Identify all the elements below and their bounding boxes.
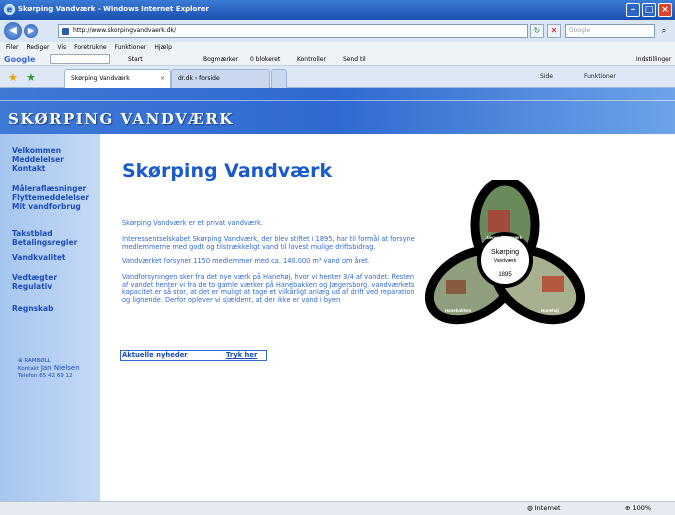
- site-brand: SKØRPING VANDVÆRK: [8, 110, 234, 128]
- tab-bar: ★ ★ Skørping Vandværk × dr.dk › forside …: [0, 66, 675, 88]
- back-button[interactable]: ◀: [4, 22, 22, 40]
- popup-blocked-button[interactable]: 0 blokeret: [250, 55, 280, 64]
- status-zone: ◍ Internet: [527, 502, 561, 515]
- menu-help[interactable]: Hjælp: [154, 44, 172, 51]
- spellcheck-button[interactable]: Kontroller: [297, 55, 326, 64]
- ie-logo-icon: e: [4, 4, 15, 15]
- nav-maaleraflaesninger[interactable]: Måleraflæsninger: [12, 184, 89, 193]
- google-toolbar: Google Start Bogmærker 0 blokeret Kontro…: [0, 53, 675, 66]
- minimize-button[interactable]: –: [626, 3, 640, 17]
- tab-skorping[interactable]: Skørping Vandværk ×: [64, 69, 171, 88]
- contact-name: Jan Nielsen: [40, 364, 80, 372]
- nav-regnskab[interactable]: Regnskab: [12, 304, 53, 313]
- news-link[interactable]: Tryk her: [226, 351, 257, 360]
- bookmarks-button[interactable]: Bogmærker: [203, 55, 238, 64]
- logo-center-sub: Vandværk: [494, 258, 517, 264]
- send-to-button[interactable]: Send til: [343, 55, 366, 64]
- nav-velkommen[interactable]: Velkommen: [12, 146, 64, 155]
- contact-label: Kontakt: [18, 366, 40, 372]
- tools-menu-button[interactable]: Funktioner: [584, 71, 616, 83]
- page-menu-button[interactable]: Side: [540, 71, 553, 83]
- refresh-icon[interactable]: ↻: [530, 24, 544, 38]
- nav-betalingsregler[interactable]: Betalingsregler: [12, 238, 77, 247]
- tab-label: dr.dk › forside: [178, 75, 220, 82]
- supply-paragraph: Vandværket forsyner 1150 medlemmer med c…: [122, 257, 370, 265]
- stop-icon[interactable]: ✕: [547, 24, 561, 38]
- google-logo[interactable]: Google: [4, 55, 35, 64]
- news-box: Aktuelle nyheder Tryk her: [120, 350, 267, 361]
- menu-edit[interactable]: Rediger: [26, 44, 49, 51]
- favorites-star-icon[interactable]: ★: [8, 71, 18, 84]
- nav-meddelelser[interactable]: Meddelelser: [12, 155, 64, 164]
- menu-tools[interactable]: Funktioner: [115, 44, 147, 51]
- add-favorite-icon[interactable]: ★: [26, 71, 36, 84]
- close-window-button[interactable]: ×: [658, 3, 672, 17]
- nav-regulativ[interactable]: Regulativ: [12, 282, 57, 291]
- new-tab-button[interactable]: [271, 69, 287, 88]
- url-text: http://www.skorpingvandvaerk.dk/: [73, 27, 176, 34]
- search-input[interactable]: Google: [565, 24, 655, 38]
- window-titlebar: e Skørping Vandværk - Windows Internet E…: [0, 0, 675, 20]
- address-bar: ◀ ▶ http://www.skorpingvandvaerk.dk/ ↻ ✕…: [0, 20, 675, 42]
- contact-phone: Telefon 65 42 69 12: [18, 373, 73, 379]
- tab-label: Skørping Vandværk: [71, 75, 130, 82]
- google-search-input[interactable]: [50, 54, 110, 64]
- logo-building-right: [542, 276, 564, 292]
- status-bar: ◍ Internet ⊕ 100%: [0, 501, 675, 515]
- nav-takstblad[interactable]: Takstblad: [12, 229, 77, 238]
- url-input[interactable]: http://www.skorpingvandvaerk.dk/: [58, 24, 528, 38]
- maximize-button[interactable]: □: [642, 3, 656, 17]
- page-title: Skørping Vandværk: [122, 160, 333, 182]
- status-zone-label: Internet: [534, 504, 561, 512]
- menu-file[interactable]: Filer: [6, 44, 19, 51]
- nav-flyttemeddelelser[interactable]: Flyttemeddelelser: [12, 193, 89, 202]
- site-banner: SKØRPING VANDVÆRK: [0, 88, 675, 134]
- window-title: Skørping Vandværk - Windows Internet Exp…: [18, 5, 209, 13]
- site-sidebar: Velkommen Meddelelser Kontakt Måleraflæs…: [0, 134, 100, 501]
- menu-view[interactable]: Vis: [57, 44, 66, 51]
- logo-building-left: [446, 280, 466, 294]
- news-label: Aktuelle nyheder: [122, 351, 188, 359]
- tab-dr[interactable]: dr.dk › forside: [171, 69, 270, 88]
- nav-vedtaegter[interactable]: Vedtægter: [12, 273, 57, 282]
- zoom-level: 100%: [632, 504, 652, 512]
- google-start-button[interactable]: Start: [128, 55, 143, 64]
- globe-icon: ◍: [527, 504, 535, 512]
- contact-block: ⊕ RAMBØLL Kontakt Jan Nielsen Telefon 65…: [18, 358, 80, 380]
- menu-bar: Filer Rediger Vis Foretrukne Funktioner …: [0, 42, 675, 53]
- nav-kontakt[interactable]: Kontakt: [12, 164, 64, 173]
- sources-paragraph: Vandforsyningen sker fra det nye værk på…: [122, 273, 415, 304]
- logo-label-right: Hanehøj: [541, 308, 559, 313]
- close-tab-icon[interactable]: ×: [160, 70, 165, 88]
- intro-paragraph: Skørping Vandværk er et privat vandværk.: [122, 219, 263, 227]
- logo-building-top: [488, 210, 510, 232]
- nav-mit-vandforbrug[interactable]: Mit vandforbrug: [12, 202, 89, 211]
- search-icon[interactable]: ⌕: [657, 24, 671, 38]
- menu-favorites[interactable]: Foretrukne: [74, 44, 107, 51]
- logo-center-name: Skørping: [491, 249, 519, 256]
- vandvaerk-logo: Skørping Vandværk 1895 Jægersborgværk Ha…: [424, 180, 586, 325]
- zoom-icon: ⊕: [625, 504, 633, 512]
- favicon-icon: [62, 28, 69, 35]
- logo-year: 1895: [498, 272, 512, 278]
- logo-label-left: Hanebakken: [445, 308, 472, 313]
- main-content: Skørping Vandværk Skørping Vandværk er e…: [100, 134, 675, 501]
- zoom-control[interactable]: ⊕ 100%: [625, 502, 651, 515]
- forward-button[interactable]: ▶: [24, 24, 38, 38]
- history-paragraph: Interessentselskabet Skørping Vandværk, …: [122, 235, 415, 251]
- google-settings-button[interactable]: Indstillinger: [636, 55, 671, 64]
- nav-vandkvalitet[interactable]: Vandkvalitet: [12, 253, 66, 262]
- logo-label-top: Jægersborgværk: [486, 235, 523, 240]
